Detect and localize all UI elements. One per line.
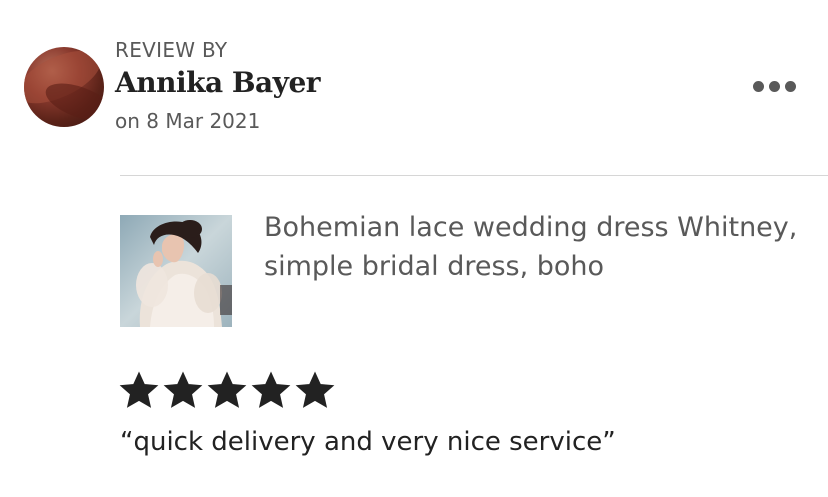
- star-icon: [251, 371, 291, 408]
- listing-title-link[interactable]: Bohemian lace wedding dress Whitney, sim…: [264, 208, 804, 286]
- more-options-button[interactable]: [744, 72, 804, 100]
- reviewer-name[interactable]: Annika Bayer: [115, 66, 321, 99]
- divider: [120, 175, 828, 176]
- star-icon: [207, 371, 247, 408]
- review-by-label: REVIEW BY: [115, 38, 228, 62]
- star-icon: [163, 371, 203, 408]
- more-horizontal-icon: [752, 80, 796, 92]
- review-date: on 8 Mar 2021: [115, 109, 261, 133]
- reviewer-avatar[interactable]: [24, 47, 104, 127]
- star-icon: [295, 371, 335, 408]
- listing-thumbnail[interactable]: [120, 215, 232, 327]
- review-text: “quick delivery and very nice service”: [120, 427, 616, 457]
- star-rating: [119, 370, 335, 410]
- star-icon: [119, 371, 159, 408]
